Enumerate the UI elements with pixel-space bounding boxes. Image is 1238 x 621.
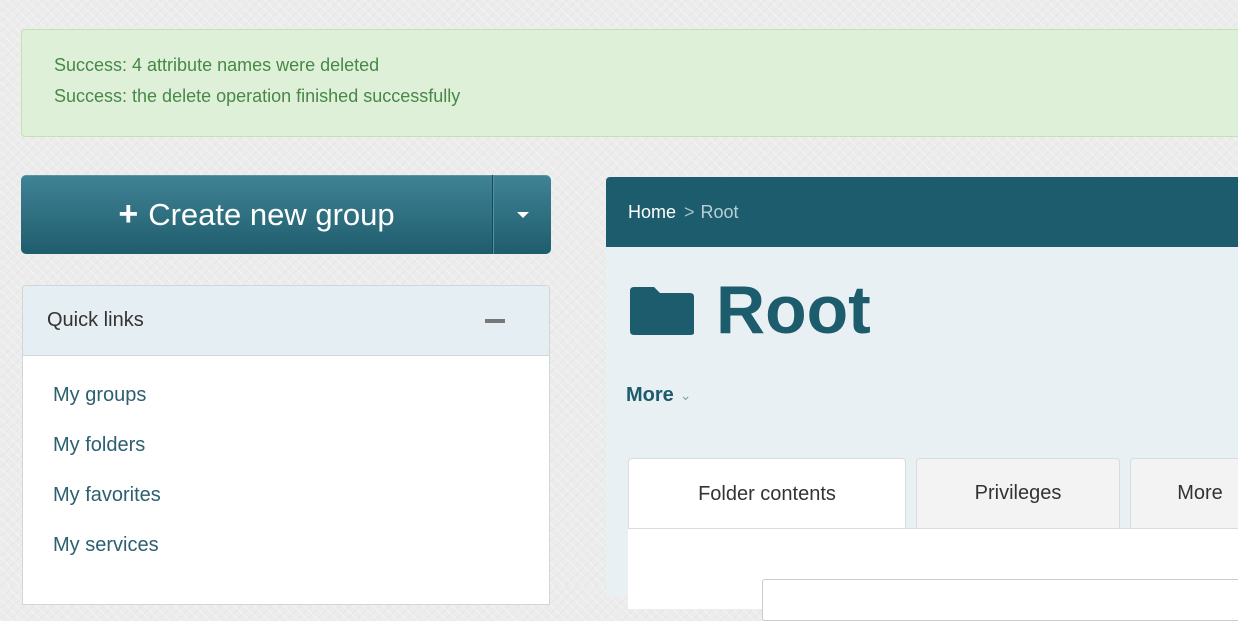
tab-privileges[interactable]: Privileges	[916, 458, 1120, 528]
create-new-group-button[interactable]: + Create new group	[21, 175, 493, 254]
more-menu-label: More	[626, 384, 674, 406]
create-dropdown-toggle[interactable]	[493, 175, 551, 254]
breadcrumb: Home > Root	[606, 177, 1238, 247]
tab-more[interactable]: More	[1130, 458, 1238, 528]
quick-link-my-services[interactable]: My services	[53, 532, 549, 582]
page-title: Root	[628, 275, 871, 345]
quick-links-header: Quick links	[23, 286, 549, 356]
plus-icon: +	[118, 195, 139, 233]
main-content-panel: Home > Root Root More ⌄ Folder contents …	[606, 177, 1238, 621]
quick-links-title: Quick links	[47, 309, 144, 331]
alert-message: Success: the delete operation finished s…	[54, 86, 461, 106]
create-new-group-label: Create new group	[148, 196, 395, 232]
alert-message: Success: 4 attribute names were deleted	[54, 55, 380, 75]
quick-link-my-folders[interactable]: My folders	[53, 432, 549, 482]
filter-input[interactable]	[762, 579, 1238, 621]
tab-content-area	[628, 528, 1238, 621]
folder-icon	[630, 287, 694, 335]
collapse-minus-icon[interactable]	[485, 318, 505, 323]
create-group-button-group: + Create new group	[21, 175, 551, 254]
quick-link-my-groups[interactable]: My groups	[53, 382, 549, 432]
quick-links-list: My groups My folders My favorites My ser…	[23, 356, 549, 582]
tab-folder-contents[interactable]: Folder contents	[628, 458, 906, 530]
breadcrumb-separator: >	[684, 201, 695, 222]
breadcrumb-current: Root	[700, 201, 739, 222]
folder-title: Root	[716, 272, 871, 348]
more-actions-menu[interactable]: More ⌄	[626, 384, 692, 407]
chevron-down-icon: ⌄	[679, 387, 692, 403]
caret-down-icon	[516, 211, 529, 218]
quick-link-my-favorites[interactable]: My favorites	[53, 482, 549, 532]
breadcrumb-home-link[interactable]: Home	[628, 202, 676, 223]
success-alert: Success: 4 attribute names were deleted …	[21, 29, 1238, 137]
quick-links-panel: Quick links My groups My folders My favo…	[22, 285, 550, 605]
folder-tabs: Folder contents Privileges More	[628, 458, 1238, 530]
